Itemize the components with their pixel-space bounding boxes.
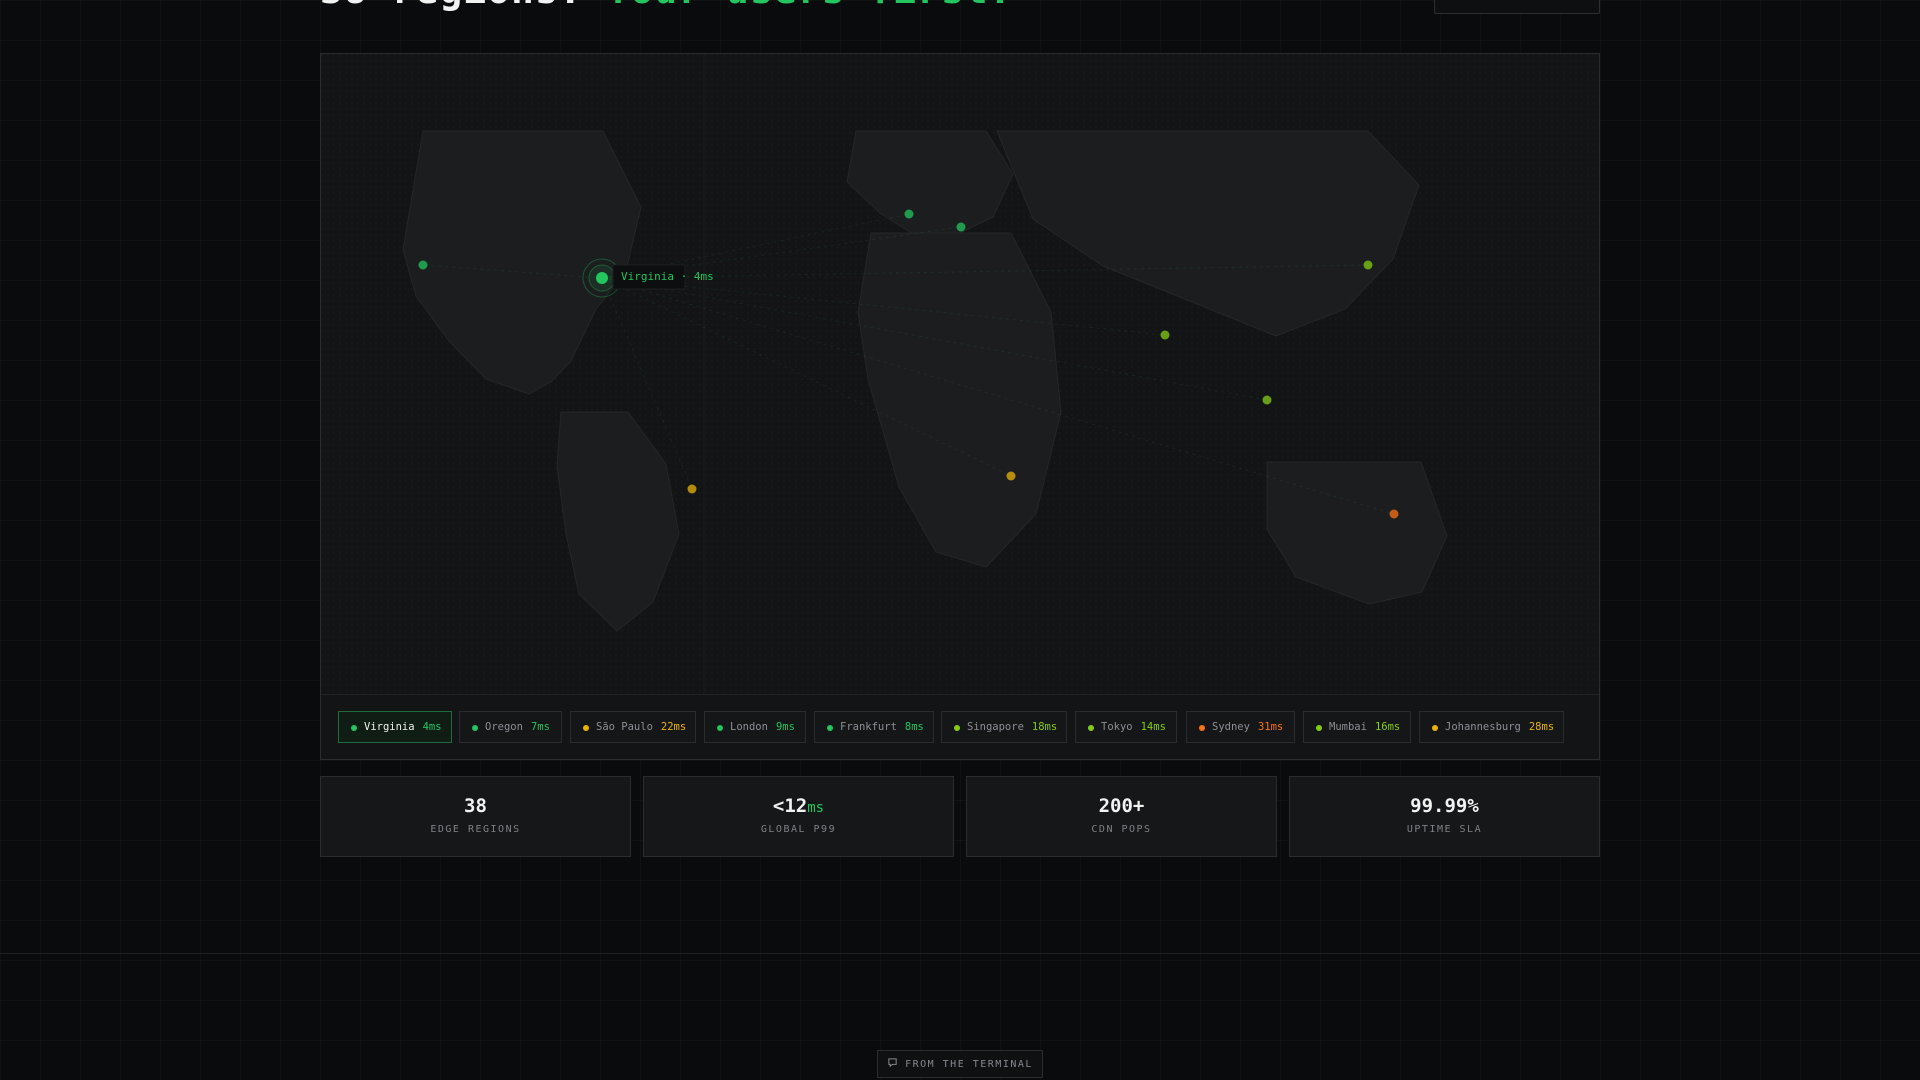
headline-lead: 38 regions. bbox=[320, 0, 583, 12]
stat-card: 99.99% UPTIME SLA bbox=[1289, 776, 1600, 857]
stat-number: <12 bbox=[772, 795, 808, 817]
region-chip-name: Frankfurt bbox=[840, 721, 897, 733]
region-chip-name: Virginia bbox=[364, 721, 415, 733]
chat-bubble-icon bbox=[887, 1057, 898, 1071]
region-marker-virginia[interactable] bbox=[596, 272, 608, 284]
region-chip-latency: 16ms bbox=[1374, 721, 1401, 733]
region-chip-latency: 28ms bbox=[1528, 721, 1555, 733]
stat-number: 200+ bbox=[1098, 795, 1145, 817]
status-dot-icon bbox=[1088, 724, 1094, 731]
region-chip-name: São Paulo bbox=[596, 721, 653, 733]
region-marker-sydney[interactable] bbox=[1389, 509, 1399, 519]
stat-value: 99.99% bbox=[1290, 795, 1599, 817]
footer-badge-label: FROM THE TERMINAL bbox=[905, 1058, 1033, 1070]
region-legend: Virginia 4ms Oregon 7ms São Paulo 22ms London 9… bbox=[321, 694, 1599, 759]
region-chip-oregon[interactable]: Oregon 7ms bbox=[459, 711, 562, 743]
tooltip-label: Virginia · 4ms bbox=[621, 270, 714, 283]
region-chip-s-o-paulo[interactable]: São Paulo 22ms bbox=[570, 711, 696, 743]
region-marker-s-o-paulo[interactable] bbox=[687, 484, 697, 494]
region-marker-frankfurt[interactable] bbox=[956, 222, 966, 232]
stat-card: 38 EDGE REGIONS bbox=[320, 776, 631, 857]
region-chip-tokyo[interactable]: Tokyo 14ms bbox=[1075, 711, 1177, 743]
status-dot-icon bbox=[1199, 724, 1205, 731]
world-map: Virginia · 4ms bbox=[321, 54, 1599, 694]
stat-label: UPTIME SLA bbox=[1406, 824, 1483, 835]
status-dot-icon bbox=[827, 724, 833, 731]
region-marker-tokyo[interactable] bbox=[1363, 260, 1373, 270]
region-chip-virginia[interactable]: Virginia 4ms bbox=[338, 711, 452, 743]
region-chip-singapore[interactable]: Singapore 18ms bbox=[941, 711, 1067, 743]
region-chip-latency: 8ms bbox=[904, 721, 924, 733]
region-chip-latency: 14ms bbox=[1140, 721, 1166, 733]
region-chip-mumbai[interactable]: Mumbai 16ms bbox=[1303, 711, 1411, 743]
section-divider bbox=[0, 953, 1920, 954]
region-map-panel: Virginia · 4ms Virginia 4ms Oregon 7ms São P… bbox=[320, 53, 1600, 760]
headline-accent: Your users first. bbox=[607, 0, 1013, 12]
stat-number: 38 bbox=[464, 795, 487, 817]
region-chip-name: Oregon bbox=[485, 721, 523, 733]
region-chip-latency: 18ms bbox=[1031, 721, 1058, 733]
status-dot-icon bbox=[583, 724, 589, 731]
stat-label: CDN POPS bbox=[1091, 824, 1152, 835]
status-dot-icon bbox=[954, 724, 960, 731]
region-marker-oregon[interactable] bbox=[418, 260, 428, 270]
status-dot-icon bbox=[472, 724, 478, 731]
stat-number: 99.99% bbox=[1410, 795, 1479, 817]
region-chip-latency: 31ms bbox=[1257, 721, 1284, 733]
stat-value: <12ms bbox=[644, 795, 953, 817]
region-chip-latency: 22ms bbox=[660, 721, 687, 733]
status-dot-icon bbox=[1432, 724, 1438, 731]
region-chip-name: Mumbai bbox=[1329, 721, 1367, 733]
region-chip-frankfurt[interactable]: Frankfurt 8ms bbox=[814, 711, 934, 743]
status-dot-icon bbox=[351, 724, 357, 731]
stat-value: 200+ bbox=[967, 795, 1276, 817]
region-marker-singapore[interactable] bbox=[1262, 395, 1272, 405]
region-chip-name: Tokyo bbox=[1101, 721, 1133, 733]
region-chip-latency: 7ms bbox=[530, 721, 550, 733]
status-dot-icon bbox=[1316, 724, 1322, 731]
region-chip-name: London bbox=[730, 721, 768, 733]
region-marker-london[interactable] bbox=[904, 209, 914, 219]
region-chip-johannesburg[interactable]: Johannesburg 28ms bbox=[1419, 711, 1564, 743]
header-action-button[interactable] bbox=[1434, 0, 1600, 14]
region-marker-mumbai[interactable] bbox=[1160, 330, 1170, 340]
region-chip-latency: 9ms bbox=[775, 721, 795, 733]
region-chip-name: Sydney bbox=[1212, 721, 1250, 733]
region-chip-sydney[interactable]: Sydney 31ms bbox=[1186, 711, 1295, 743]
region-chip-name: Johannesburg bbox=[1445, 721, 1521, 733]
page-headline: 38 regions. Your users first. bbox=[320, 0, 1013, 12]
stat-value: 38 bbox=[321, 795, 630, 817]
region-chip-name: Singapore bbox=[967, 721, 1024, 733]
stat-label: GLOBAL P99 bbox=[760, 824, 837, 835]
stat-unit: ms bbox=[807, 800, 825, 816]
region-marker-johannesburg[interactable] bbox=[1006, 471, 1016, 481]
region-chip-latency: 4ms bbox=[422, 721, 442, 733]
stat-card: 200+ CDN POPS bbox=[966, 776, 1277, 857]
stat-card: <12ms GLOBAL P99 bbox=[643, 776, 954, 857]
footer-badge[interactable]: FROM THE TERMINAL bbox=[877, 1050, 1043, 1078]
stat-label: EDGE REGIONS bbox=[430, 824, 521, 835]
status-dot-icon bbox=[717, 724, 723, 731]
region-chip-london[interactable]: London 9ms bbox=[704, 711, 806, 743]
